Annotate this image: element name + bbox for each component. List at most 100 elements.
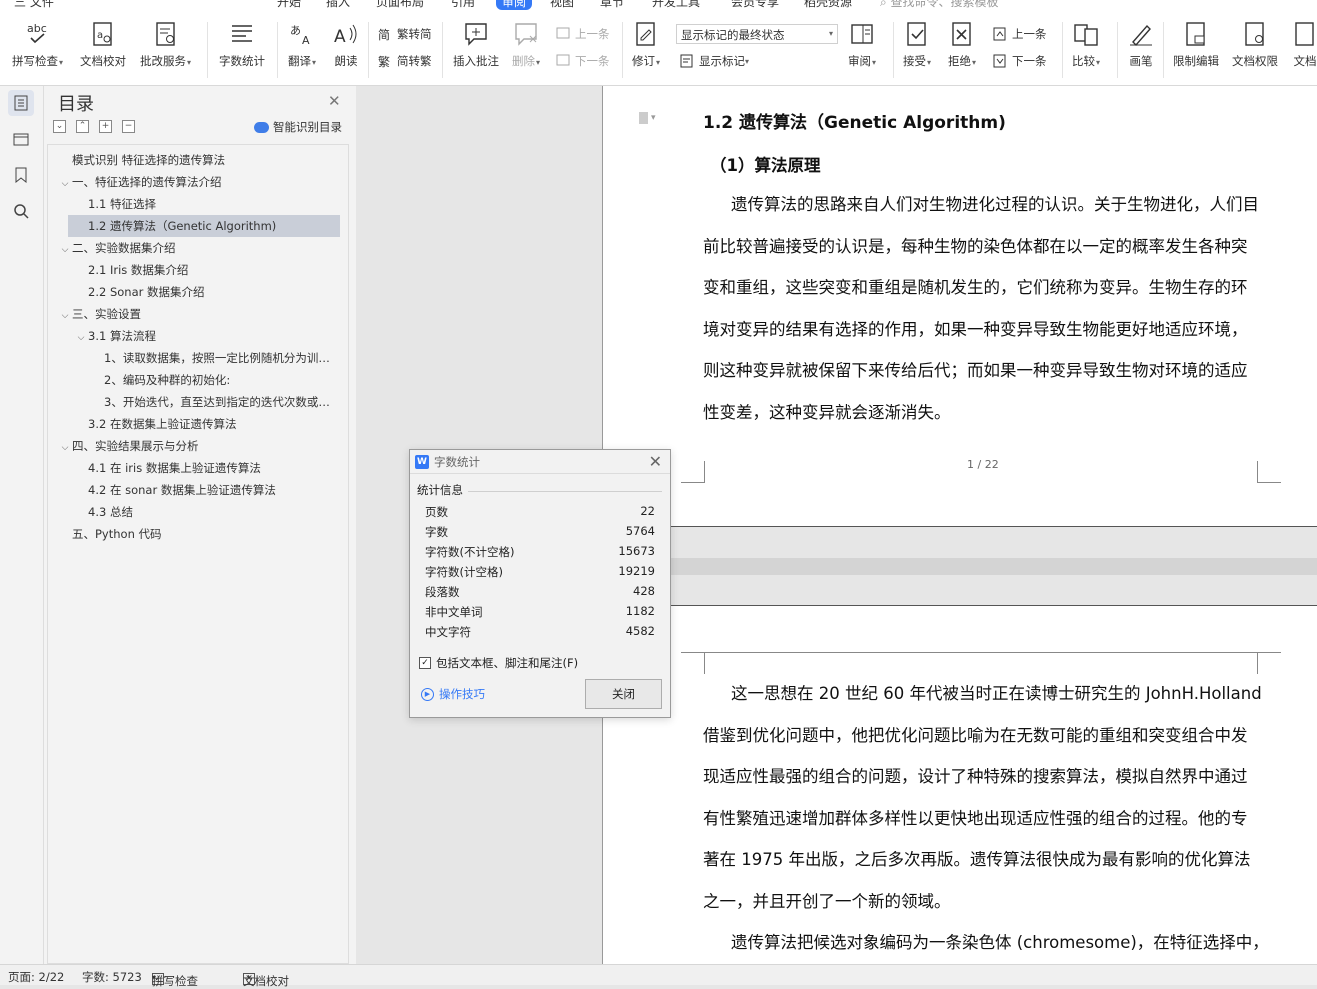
tab-references[interactable]: 引用 xyxy=(451,0,475,10)
show-markup-icon xyxy=(680,54,693,68)
expand-all-icon[interactable]: ⌄ xyxy=(53,120,66,133)
toc-item[interactable]: 3、开始迭代，直至达到指定的迭代次数或收敛 xyxy=(48,391,340,413)
dialog-title: 字数统计 xyxy=(434,454,480,469)
accept-button[interactable]: 接受▾ xyxy=(903,20,931,69)
word-count-indicator[interactable]: 字数: 5723 xyxy=(82,969,142,985)
toc-item[interactable]: 五、Python 代码 xyxy=(48,523,340,545)
search-icon[interactable] xyxy=(8,198,34,224)
toc-item[interactable]: 1.2 遗传算法（Genetic Algorithm) xyxy=(68,215,340,237)
close-button[interactable]: 关闭 xyxy=(585,679,662,709)
toc-item[interactable]: ⌵ 三、实验设置 xyxy=(48,303,340,325)
spell-check-button[interactable]: abc 拼写检查▾ xyxy=(12,20,63,69)
doc-more-button[interactable]: 文档 xyxy=(1291,20,1317,69)
toc-item[interactable]: 模式识别 特征选择的遗传算法 xyxy=(48,149,340,171)
simp-to-trad-button[interactable]: 繁 简转繁 xyxy=(378,53,432,69)
toc-item[interactable]: ⌵ 3.1 算法流程 xyxy=(48,325,340,347)
delete-comment-button[interactable]: 删除▾ xyxy=(512,20,540,69)
tips-link[interactable]: ▶ 操作技巧 xyxy=(421,686,485,702)
chevron-down-icon[interactable]: ⌵ xyxy=(74,327,88,347)
track-changes-button[interactable]: 修订▾ xyxy=(632,20,660,69)
markup-state-select[interactable]: 显示标记的最终状态 ▾ xyxy=(676,24,838,44)
compare-button[interactable]: 比较▾ xyxy=(1072,20,1100,69)
prev-change-button[interactable]: 上一条 xyxy=(993,26,1047,42)
toc-item-label: 3、开始迭代，直至达到指定的迭代次数或收敛 xyxy=(104,395,340,409)
tab-docer[interactable]: 稻壳资源 xyxy=(804,0,852,10)
doc-proofread-label: 文档校对 xyxy=(80,54,126,68)
tab-file[interactable]: 三 文件 xyxy=(14,0,54,10)
include-textbox-checkbox[interactable]: ✓ 包括文本框、脚注和尾注(F) xyxy=(419,655,578,671)
add-item-icon[interactable]: + xyxy=(99,120,112,133)
text-line: 现适应性最强的组合的问题，设计了种特殊的搜索算法，模拟自然界中通过 xyxy=(703,767,1248,786)
toc-item[interactable]: 2、编码及种群的初始化: xyxy=(48,369,340,391)
chevron-down-icon[interactable]: ⌵ xyxy=(58,437,72,457)
document-page[interactable]: ▾ 1.2 遗传算法（Genetic Algorithm) （1）算法原理 遗传… xyxy=(602,86,1317,526)
toc-item[interactable]: 3.2 在数据集上验证遗传算法 xyxy=(48,413,340,435)
remove-item-icon[interactable]: − xyxy=(122,120,135,133)
ink-button[interactable]: 画笔 xyxy=(1127,20,1155,69)
toc-item[interactable]: 4.1 在 iris 数据集上验证遗传算法 xyxy=(48,457,340,479)
word-count-dialog: W 字数统计 ✕ 统计信息 页数 22 字数 5764 字符数(不计空格) 15673 字符… xyxy=(409,449,671,718)
doc-permission-button[interactable]: 文档权限 xyxy=(1232,20,1278,69)
toc-item[interactable]: 2.2 Sonar 数据集介绍 xyxy=(48,281,340,303)
toc-icon[interactable] xyxy=(8,90,34,116)
speaker-icon: A xyxy=(332,20,360,48)
tab-developer[interactable]: 开发工具 xyxy=(652,0,700,10)
chapter-icon[interactable] xyxy=(8,126,34,152)
tab-view[interactable]: 视图 xyxy=(550,0,574,10)
toc-item[interactable]: ⌵ 二、实验数据集介绍 xyxy=(48,237,340,259)
close-icon[interactable]: ✕ xyxy=(649,452,662,471)
next-change-button[interactable]: 下一条 xyxy=(993,53,1047,69)
show-markup-button[interactable]: 显示标记 ▾ xyxy=(680,53,749,69)
toc-item[interactable]: 1.1 特征选择 xyxy=(48,193,340,215)
trad-to-simp-button[interactable]: 简 繁转简 xyxy=(378,26,432,42)
page-indicator[interactable]: 页面: 2/22 xyxy=(8,969,64,985)
toc-item[interactable]: 4.2 在 sonar 数据集上验证遗传算法 xyxy=(48,479,340,501)
next-comment-button[interactable]: 下一条 xyxy=(556,53,610,69)
chevron-down-icon[interactable]: ⌵ xyxy=(58,239,72,259)
review-pane-button[interactable]: 审阅▾ xyxy=(848,20,876,69)
tab-review[interactable]: 审阅 xyxy=(496,0,533,10)
menu-bar: 三 文件 开始 插入 页面布局 引用 审阅 视图 章节 开发工具 会员专享 稻壳… xyxy=(0,0,1317,14)
toc-item[interactable]: 2.1 Iris 数据集介绍 xyxy=(48,259,340,281)
bookmark-icon[interactable] xyxy=(8,162,34,188)
insert-comment-button[interactable]: 插入批注 xyxy=(453,20,499,69)
collapse-all-icon[interactable]: ⌃ xyxy=(76,120,89,133)
restrict-edit-button[interactable]: 限制编辑 xyxy=(1173,20,1219,69)
pen-icon xyxy=(1127,20,1155,48)
batch-service-button[interactable]: 批改服务▾ xyxy=(140,20,191,69)
text-line: 性变差，这种变异就会逐渐消失。 xyxy=(703,402,951,422)
text-line: 借鉴到优化问题中，他把优化问题比喻为在无数可能的重组和突变组合中发 xyxy=(703,725,1248,745)
tab-section[interactable]: 章节 xyxy=(600,0,624,10)
toc-item-label: 2.1 Iris 数据集介绍 xyxy=(88,263,189,277)
reject-button[interactable]: 拒绝▾ xyxy=(948,20,976,69)
close-icon[interactable]: ✕ xyxy=(328,92,341,110)
toc-item[interactable]: ⌵ 一、特征选择的遗传算法介绍 xyxy=(48,171,340,193)
paragraph-marker-icon[interactable]: ▾ xyxy=(637,111,656,125)
chevron-down-icon[interactable]: ⌵ xyxy=(58,305,72,325)
read-aloud-button[interactable]: A 朗读 xyxy=(332,20,360,69)
translate-button[interactable]: あA 翻译▾ xyxy=(288,20,316,69)
toc-item[interactable]: 1、读取数据集，按照一定比例随机分为训练集和测试集 xyxy=(48,347,340,369)
tab-layout[interactable]: 页面布局 xyxy=(376,0,424,10)
crop-mark xyxy=(681,461,705,483)
restrict-edit-label: 限制编辑 xyxy=(1173,54,1219,68)
reject-icon xyxy=(948,20,976,48)
smart-toc-label: 智能识别目录 xyxy=(273,120,342,134)
smart-toc-button[interactable]: 智能识别目录 xyxy=(254,119,342,135)
prev-change-icon xyxy=(993,27,1006,41)
toc-item[interactable]: ⌵ 四、实验结果展示与分析 xyxy=(48,435,340,457)
dialog-titlebar[interactable]: W 字数统计 ✕ xyxy=(410,450,670,474)
page-break-line xyxy=(602,526,1317,527)
toc-item[interactable]: 4.3 总结 xyxy=(48,501,340,523)
doc-proofread-button[interactable]: a 文档校对 xyxy=(80,20,126,69)
tab-home[interactable]: 开始 xyxy=(277,0,301,10)
tab-member[interactable]: 会员专享 xyxy=(731,0,779,10)
stat-value: 1182 xyxy=(625,604,655,618)
tab-insert[interactable]: 插入 xyxy=(326,0,350,10)
chevron-down-icon[interactable]: ⌵ xyxy=(58,173,72,193)
document-page[interactable]: 这一思想在 20 世纪 60 年代被当时正在读博士研究生的 JohnH.Holl… xyxy=(602,605,1317,964)
prev-comment-button[interactable]: 上一条 xyxy=(556,26,610,42)
command-search[interactable]: ⌕ 查找命令、搜索模板 xyxy=(880,0,999,10)
word-count-button[interactable]: 字数统计 xyxy=(219,20,265,69)
stat-value: 4582 xyxy=(625,624,655,638)
